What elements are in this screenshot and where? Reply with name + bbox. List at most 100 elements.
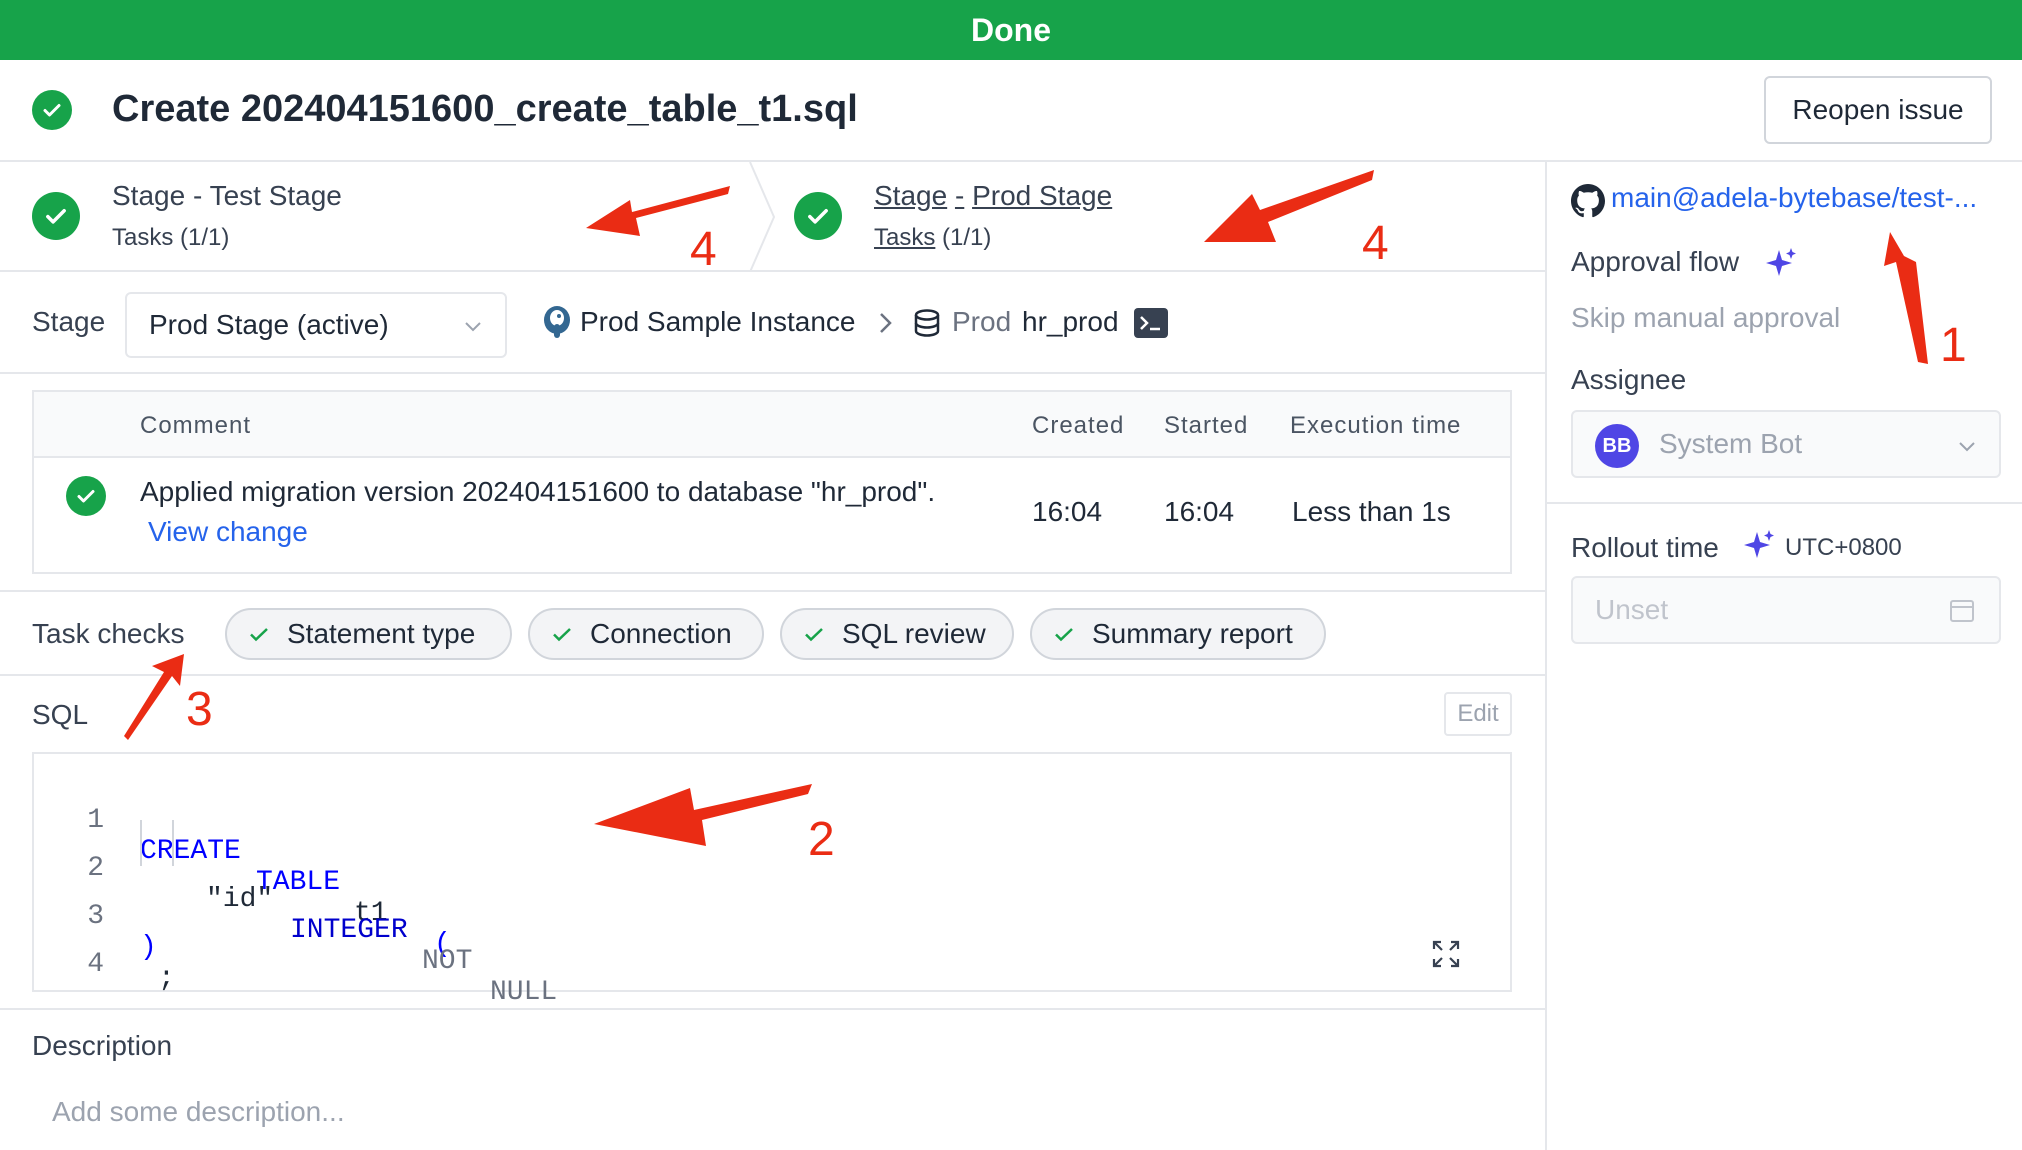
assignee-label: Assignee [1571,364,1687,395]
stage-test-title[interactable]: Stage - Test Stage [112,180,342,212]
calendar-icon [1950,600,1974,622]
check-icon [805,628,823,642]
view-change-link[interactable]: View change [148,516,308,548]
rollout-timezone: UTC+0800 [1785,534,1902,561]
annotation-number-4a: 4 [690,223,717,276]
done-check-icon [32,90,72,130]
github-icon [1571,184,1605,218]
sql-editor-icon[interactable] [1134,308,1168,338]
code-line-4: 4 [34,918,135,980]
stage-prod-name: Prod Stage [972,180,1113,211]
database-icon [914,309,940,337]
chip-label: Summary report [1092,618,1293,649]
chip-label: Statement type [287,618,476,649]
main-panel: Stage - Test Stage Tasks (1/1) Stage - P… [0,162,1545,1150]
check-statement-type[interactable]: Statement type [225,608,512,660]
branch-link[interactable]: main@adela-bytebase/test-... [1611,182,1977,214]
stage-test-tasks-label: Tasks [112,224,174,251]
check-sql-review[interactable]: SQL review [780,608,1014,660]
task-comment: Applied migration version 202404151600 t… [140,476,936,507]
stage-prod-tasks[interactable]: Tasks (1/1) [874,224,991,252]
task-checks-row: Task checks Statement type Connection SQ… [0,590,1545,676]
reopen-issue-button[interactable]: Reopen issue [1764,76,1992,144]
stage-test-tasks: Tasks (1/1) [112,224,229,252]
check-icon [553,628,571,642]
task-started: 16:04 [1164,496,1235,527]
check-connection[interactable]: Connection [528,608,764,660]
code-token: INTEGER [290,915,408,946]
task-created: 16:04 [1032,496,1103,527]
check-summary-report[interactable]: Summary report [1030,608,1326,660]
sparkle-icon [1766,248,1796,276]
stage-test-tasks-count: (1/1) [180,224,230,251]
stage-separator [749,162,776,272]
stage-prod-prefix: Stage [874,180,948,211]
stage-test-prefix: Stage [112,180,186,211]
task-table-header: Comment Created Started Execution time [34,392,1510,458]
issue-title: Create 202404151600_create_table_t1.sql [112,88,858,130]
chip-label: Connection [590,618,732,649]
issue-sidebar: main@adela-bytebase/test-... Approval fl… [1545,162,2022,1150]
assignee-select[interactable]: BB System Bot [1571,410,2001,478]
header-created: Created [1032,412,1125,439]
task-run-table: Comment Created Started Execution time A… [32,390,1512,574]
rollout-time-placeholder: Unset [1595,594,1669,625]
header-started: Started [1164,412,1249,439]
indent-guide [140,820,142,866]
code-token: NULL [490,977,558,1008]
edit-sql-button[interactable]: Edit [1444,692,1512,736]
sql-editor[interactable]: 1 CREATE TABLE t1 ( 2 "id" INTEGER NOT N… [32,752,1512,1008]
description-input[interactable]: Add some description... [52,1096,345,1128]
avatar: BB [1595,424,1639,468]
rollout-time-picker[interactable]: Unset [1571,576,2001,644]
rollout-time-label: Rollout time [1571,532,1719,563]
header-execution-time: Execution time [1290,412,1462,439]
expand-icon[interactable] [1430,938,1462,970]
stage-select[interactable]: Prod Stage (active) [125,292,507,358]
code-token: NOT [422,946,473,977]
code-token: ) [140,932,157,963]
chevron-down-icon [1959,442,1975,452]
stage-select-value: Prod Stage (active) [149,309,389,340]
task-checks-label: Task checks [32,618,185,649]
code-token: "id" [206,884,274,915]
database-env: Prod [952,306,1012,337]
stage-selector-row: Stage Prod Stage (active) Prod Sample In… [0,272,1545,374]
task-success-icon [66,476,106,516]
issue-header: Create 202404151600_create_table_t1.sql … [0,60,2022,162]
description-divider [0,1008,1545,1010]
stage-prod-tasks-count: (1/1) [942,224,992,251]
description-label: Description [32,1030,173,1061]
task-execution-time: Less than 1s [1292,496,1451,527]
stage-prod-check-icon [794,192,842,240]
stage-test-name: Test Stage [209,180,342,211]
stage-stepper: Stage - Test Stage Tasks (1/1) Stage - P… [0,162,1545,272]
sql-label: SQL [32,699,89,730]
indent-guide [172,820,174,866]
sparkle-icon [1744,530,1774,558]
instance-link[interactable]: Prod Sample Instance [580,306,856,338]
assignee-name: System Bot [1659,428,1803,459]
code-line-3: 3 ) ; [34,870,175,994]
line-number: 4 [87,949,104,980]
stage-test-sep: - [192,180,203,211]
postgres-icon [544,306,570,338]
database-link[interactable]: hr_prod [1022,306,1119,338]
status-banner: Done [0,0,2022,60]
check-icon [1055,628,1073,642]
stage-test-check-icon [32,192,80,240]
stage-label: Stage [32,306,106,337]
approval-flow-value: Skip manual approval [1571,302,1841,333]
code-token: ; [158,963,175,994]
stage-prod-sep: - [954,180,965,211]
annotation-number-3: 3 [186,683,213,736]
annotation-number-2: 2 [808,813,835,866]
check-icon [250,628,268,642]
annotation-number-4b: 4 [1362,217,1389,270]
approval-flow-label: Approval flow [1571,246,1740,277]
stage-prod-title[interactable]: Stage - Prod Stage [874,180,1112,212]
code-line-1: 1 CREATE TABLE t1 ( [34,774,451,960]
chevron-right-icon [880,313,892,333]
code-line-2: 2 "id" INTEGER NOT NULL [34,822,557,1008]
chip-label: SQL review [842,618,986,649]
